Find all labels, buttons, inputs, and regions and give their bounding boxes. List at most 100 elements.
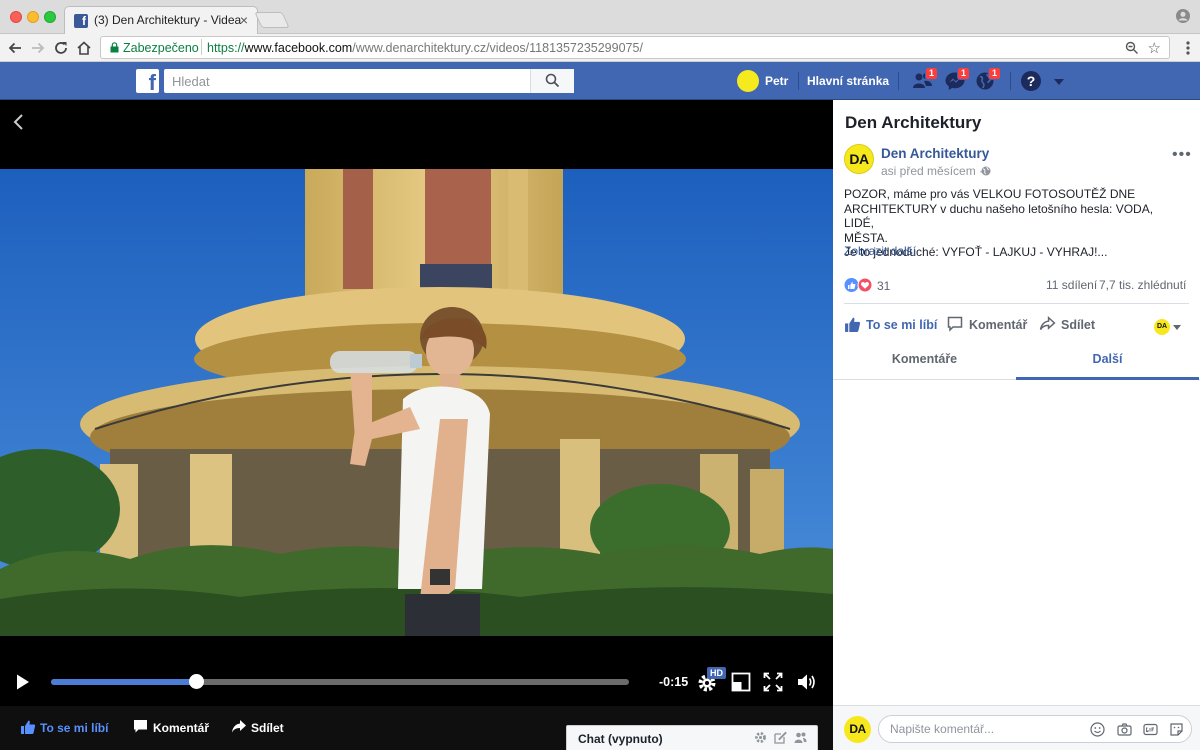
see-more-link[interactable]: Zobrazit další bbox=[844, 244, 916, 258]
video-controls: -0:15 HD bbox=[0, 660, 833, 704]
maximize-window-button[interactable] bbox=[44, 11, 56, 23]
reload-icon[interactable] bbox=[52, 39, 70, 57]
home-link[interactable]: Hlavní stránka bbox=[807, 74, 889, 88]
facebook-favicon-icon: f bbox=[74, 14, 88, 28]
post-as-avatar[interactable]: DA bbox=[1154, 319, 1170, 335]
fullscreen-icon[interactable] bbox=[763, 672, 783, 692]
sticker-icon[interactable] bbox=[1169, 722, 1184, 737]
search-icon bbox=[545, 73, 560, 88]
video-like-label: To se mi líbí bbox=[40, 721, 109, 735]
page-avatar[interactable]: DA bbox=[844, 144, 874, 174]
star-icon[interactable]: ☆ bbox=[1148, 39, 1161, 57]
new-message-icon[interactable] bbox=[774, 731, 787, 744]
url-divider bbox=[201, 39, 202, 55]
post-as-caret-icon[interactable] bbox=[1173, 325, 1181, 330]
profile-icon[interactable] bbox=[1176, 9, 1190, 23]
url-path: /www.denarchitektury.cz/videos/118135723… bbox=[352, 41, 643, 55]
zoom-icon[interactable] bbox=[1125, 41, 1139, 55]
progress-fill bbox=[51, 679, 196, 685]
post-like-label: To se mi líbí bbox=[866, 318, 938, 332]
close-video-back-icon[interactable] bbox=[12, 112, 24, 132]
url-host: www.facebook.com bbox=[244, 41, 353, 55]
reaction-count[interactable]: 31 bbox=[877, 279, 890, 293]
back-icon[interactable] bbox=[6, 39, 24, 57]
share-icon bbox=[232, 720, 246, 733]
facebook-logo-icon[interactable]: f bbox=[136, 69, 159, 93]
comment-icon bbox=[947, 316, 963, 332]
reactions-like-love-icon[interactable] bbox=[844, 277, 874, 293]
page-name-link[interactable]: Den Architektury bbox=[881, 146, 989, 161]
post-comment-label: Komentář bbox=[969, 318, 1028, 332]
comment-icon bbox=[134, 720, 147, 733]
video-share-label: Sdílet bbox=[251, 721, 284, 735]
menu-icon[interactable] bbox=[1186, 40, 1190, 56]
facebook-search bbox=[164, 69, 574, 93]
video-player: -0:15 HD To se mi líbí Komentář Sdílet bbox=[0, 100, 833, 750]
chat-label: Chat (vypnuto) bbox=[578, 732, 663, 746]
share-icon bbox=[1039, 316, 1056, 331]
video-frame[interactable] bbox=[0, 169, 833, 636]
share-count[interactable]: 11 sdílení bbox=[1046, 278, 1097, 292]
browser-toolbar: Zabezpečeno https://www.facebook.com/www… bbox=[0, 34, 1200, 62]
lock-icon bbox=[110, 42, 119, 53]
facebook-header: f Petr Hlavní stránka 1 1 1 bbox=[0, 62, 1200, 100]
video-comment-label: Komentář bbox=[153, 721, 210, 735]
account-menu-caret-icon[interactable] bbox=[1054, 79, 1064, 85]
group-chat-icon[interactable] bbox=[794, 731, 807, 744]
like-icon bbox=[21, 720, 36, 734]
tab-title: (3) Den Architektury - Videa bbox=[94, 13, 242, 27]
volume-icon[interactable] bbox=[797, 672, 817, 692]
like-icon bbox=[845, 317, 861, 332]
close-window-button[interactable] bbox=[10, 11, 22, 23]
secure-label: Zabezpečeno bbox=[123, 41, 199, 55]
post-panel: Den Architektury DA Den Architektury asi… bbox=[833, 100, 1200, 750]
theater-icon[interactable] bbox=[731, 672, 751, 692]
post-text-line: ARCHITEKTURY v duchu našeho letošního he… bbox=[844, 201, 1154, 231]
tab-more[interactable]: Další bbox=[1016, 344, 1199, 380]
panel-tabs: Komentáře Další bbox=[833, 344, 1200, 380]
play-icon[interactable] bbox=[15, 673, 31, 691]
messages-button[interactable]: 1 bbox=[944, 67, 970, 91]
tab-comments[interactable]: Komentáře bbox=[833, 344, 1016, 380]
chat-settings-icon[interactable] bbox=[754, 731, 767, 744]
progress-scrubber[interactable] bbox=[188, 674, 204, 689]
post-share-label: Sdílet bbox=[1061, 318, 1096, 332]
hd-badge: HD bbox=[707, 667, 726, 679]
friend-requests-button[interactable]: 1 bbox=[912, 67, 938, 91]
panel-title: Den Architektury bbox=[845, 113, 982, 132]
messages-badge: 1 bbox=[956, 67, 970, 80]
minimize-window-button[interactable] bbox=[27, 11, 39, 23]
address-bar[interactable]: Zabezpečeno https://www.facebook.com/www… bbox=[100, 36, 1170, 59]
public-globe-icon bbox=[981, 166, 991, 176]
comment-field[interactable] bbox=[878, 715, 1192, 743]
search-button[interactable] bbox=[530, 69, 574, 93]
post-text-line: POZOR, máme pro vás VELKOU FOTOSOUTĚŽ DN… bbox=[844, 187, 1136, 201]
emoji-icon[interactable] bbox=[1090, 722, 1105, 737]
divider bbox=[844, 303, 1189, 304]
camera-icon[interactable] bbox=[1117, 722, 1132, 737]
post-options-icon[interactable]: ••• bbox=[1172, 146, 1192, 164]
header-divider bbox=[798, 72, 799, 90]
view-count: 7,7 tis. zhlédnutí bbox=[1099, 278, 1187, 292]
comment-composer: DA bbox=[833, 705, 1200, 750]
chat-tab[interactable]: Chat (vypnuto) bbox=[566, 725, 818, 750]
avatar bbox=[737, 70, 759, 92]
tab-close-icon[interactable]: × bbox=[240, 12, 248, 28]
post-timestamp[interactable]: asi před měsícem · bbox=[881, 164, 983, 178]
post-text-line: MĚSTA. bbox=[844, 230, 888, 245]
browser-tab[interactable]: f (3) Den Architektury - Videa × bbox=[64, 6, 258, 34]
notifications-button[interactable]: 1 bbox=[975, 67, 1001, 91]
home-icon[interactable] bbox=[75, 39, 93, 57]
comment-input[interactable] bbox=[890, 721, 1080, 737]
commenter-avatar[interactable]: DA bbox=[844, 716, 871, 743]
new-tab-button[interactable] bbox=[254, 12, 290, 28]
progress-bar[interactable] bbox=[51, 674, 629, 689]
header-divider bbox=[1010, 72, 1011, 90]
time-remaining: -0:15 bbox=[659, 675, 689, 689]
url-text: https://www.facebook.com/www.denarchitek… bbox=[207, 41, 643, 55]
url-scheme: https:// bbox=[207, 41, 245, 55]
gif-icon[interactable] bbox=[1143, 722, 1158, 737]
help-icon[interactable]: ? bbox=[1021, 71, 1041, 91]
search-input[interactable] bbox=[172, 72, 532, 90]
forward-icon[interactable] bbox=[29, 39, 47, 57]
